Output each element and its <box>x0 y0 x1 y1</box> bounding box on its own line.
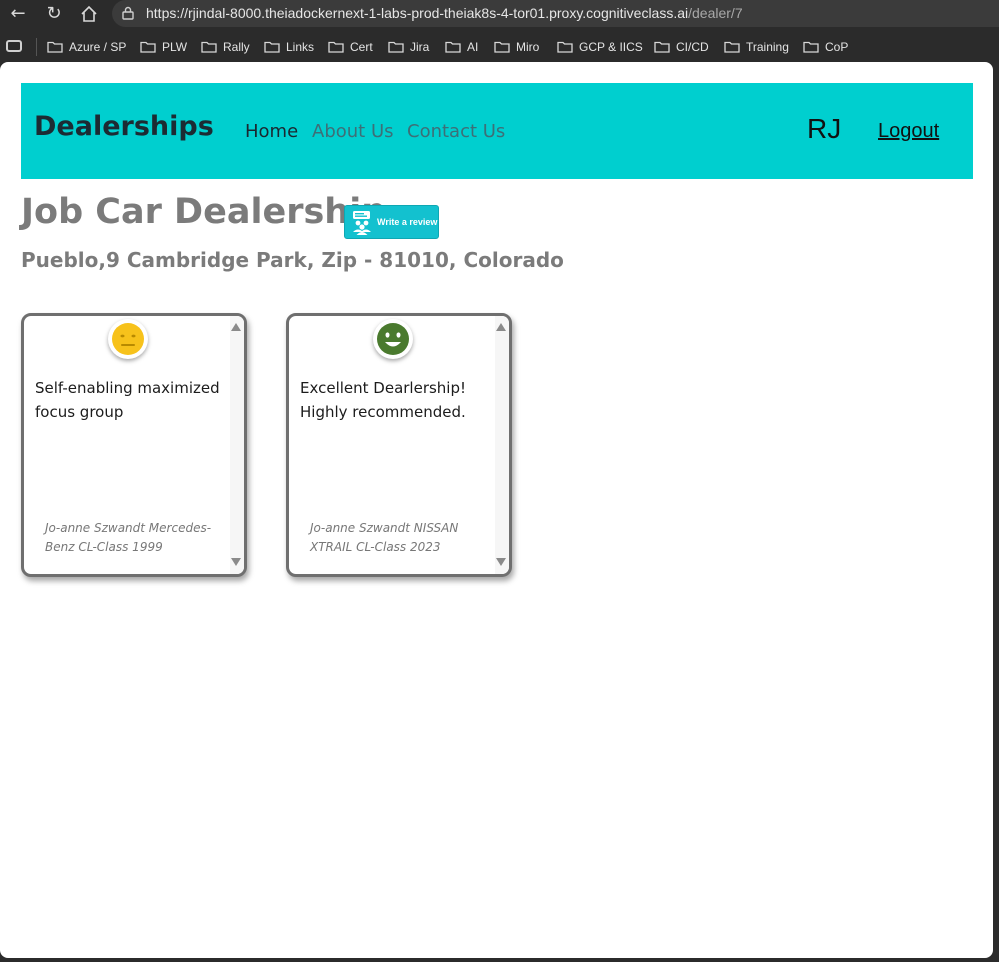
folder-icon <box>140 41 156 53</box>
nav-about-link[interactable]: About Us <box>312 121 394 142</box>
card-scrollbar[interactable] <box>495 316 509 574</box>
review-text: Excellent Dearlership! Highly recommende… <box>300 379 467 421</box>
bookmark-ci-cd[interactable]: CI/CD <box>654 38 709 56</box>
bookmark-azure-sp[interactable]: Azure / SP <box>47 38 126 56</box>
url-host: https://rjindal-8000.theiadockernext-1-l… <box>146 5 689 21</box>
url-path: /dealer/7 <box>688 5 743 21</box>
dealer-address: Pueblo,9 Cambridge Park, Zip - 81010, Co… <box>21 248 564 272</box>
bookmark-label: Links <box>286 40 315 54</box>
page-viewport: Dealerships Home About Us Contact Us RJ … <box>0 62 993 958</box>
brand-title[interactable]: Dealerships <box>34 111 214 142</box>
bookmark-label: Miro <box>516 40 540 54</box>
bookmark-gcp-iics[interactable]: GCP & IICS <box>557 38 643 56</box>
bookmark-rally[interactable]: Rally <box>201 38 250 56</box>
bookmark-label: Jira <box>410 40 430 54</box>
bookmark-label: AI <box>467 40 479 54</box>
reviewer-info: Jo-anne Szwandt NISSAN XTRAIL CL-Class 2… <box>310 521 459 554</box>
bookmark-jira[interactable]: Jira <box>388 38 429 56</box>
folder-icon <box>557 41 573 53</box>
card-scrollbar[interactable] <box>230 316 244 574</box>
bookmark-ai[interactable]: AI <box>445 38 478 56</box>
review-card: Self-enabling maximized focus group Jo-a… <box>21 313 247 577</box>
review-people-icon <box>353 211 371 235</box>
folder-icon <box>494 41 510 53</box>
write-review-button[interactable]: Write a review <box>344 205 439 239</box>
bookmark-label: CI/CD <box>676 40 709 54</box>
dealer-name: Job Car Dealership <box>21 192 387 232</box>
folder-icon <box>388 41 404 53</box>
bookmark-plw[interactable]: PLW <box>140 38 187 56</box>
scroll-down-arrow-icon[interactable] <box>231 558 241 566</box>
home-icon[interactable] <box>77 3 101 25</box>
write-review-label: Write a review <box>377 217 438 227</box>
bookmark-label: Azure / SP <box>69 40 127 54</box>
bookmark-label: Training <box>746 40 789 54</box>
folder-icon <box>654 41 670 53</box>
folder-icon <box>201 41 217 53</box>
scroll-up-arrow-icon[interactable] <box>496 323 506 331</box>
bookmarks-bar: Azure / SP PLW Rally Links Cert Jira AI … <box>0 33 999 61</box>
neutral-face-icon <box>108 319 148 359</box>
bookmark-cop[interactable]: CoP <box>803 38 848 56</box>
bookmark-label: Cert <box>350 40 373 54</box>
bookmark-label: GCP & IICS <box>579 40 643 54</box>
scroll-up-arrow-icon[interactable] <box>231 323 241 331</box>
navbar: Dealerships Home About Us Contact Us RJ … <box>21 83 973 179</box>
bookmark-label: PLW <box>162 40 188 54</box>
bookmark-links[interactable]: Links <box>264 38 314 56</box>
address-bar[interactable]: https://rjindal-8000.theiadockernext-1-l… <box>112 0 999 27</box>
bookmark-training[interactable]: Training <box>724 38 789 56</box>
folder-icon <box>264 41 280 53</box>
bookmark-label: CoP <box>825 40 849 54</box>
review-card: Excellent Dearlership! Highly recommende… <box>286 313 512 577</box>
folder-icon <box>47 41 63 53</box>
smiling-face-icon <box>373 319 413 359</box>
folder-icon <box>724 41 740 53</box>
reload-icon[interactable]: ↻ <box>42 3 66 25</box>
user-initials: RJ <box>807 113 842 144</box>
scroll-down-arrow-icon[interactable] <box>496 558 506 566</box>
bookmark-cert[interactable]: Cert <box>328 38 373 56</box>
url-text: https://rjindal-8000.theiadockernext-1-l… <box>146 5 743 21</box>
nav-home-link[interactable]: Home <box>245 121 298 142</box>
folder-icon <box>328 41 344 53</box>
nav-contact-link[interactable]: Contact Us <box>407 121 505 142</box>
folder-icon <box>445 41 461 53</box>
browser-toolbar: ← ↻ https://rjindal-8000.theiadockernext… <box>0 0 999 30</box>
bookmark-label: Rally <box>223 40 250 54</box>
reviewer-info: Jo-anne Szwandt Mercedes-Benz CL-Class 1… <box>45 521 212 554</box>
tab-search-icon[interactable] <box>6 40 22 52</box>
bookmark-miro[interactable]: Miro <box>494 38 539 56</box>
folder-icon <box>803 41 819 53</box>
bookmarks-divider <box>36 38 37 56</box>
review-text: Self-enabling maximized focus group <box>35 379 220 421</box>
logout-link[interactable]: Logout <box>878 120 939 143</box>
back-icon[interactable]: ← <box>6 3 30 25</box>
site-info-icon[interactable] <box>122 6 134 20</box>
